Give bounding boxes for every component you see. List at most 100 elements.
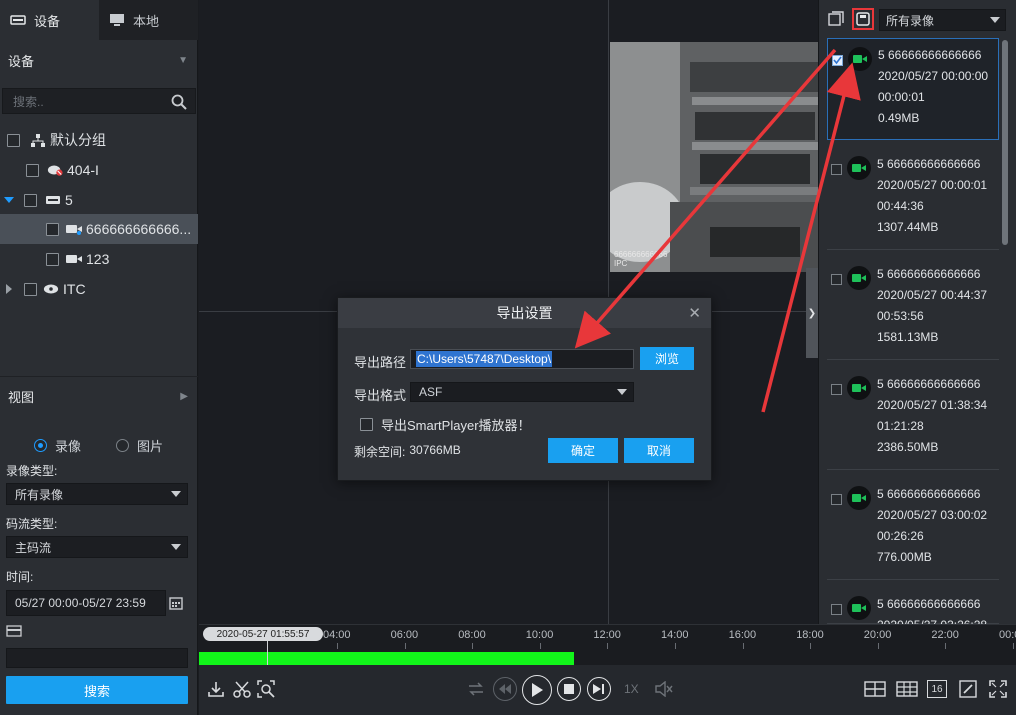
rewind-button[interactable] bbox=[493, 677, 517, 701]
playhead-line[interactable] bbox=[267, 639, 268, 666]
timeline[interactable]: 04:00 06:00 08:00 10:00 12:00 14:00 16:00 18:00… bbox=[199, 624, 1016, 666]
checkbox[interactable] bbox=[46, 252, 59, 266]
stream-type-select[interactable]: 主码流 bbox=[6, 536, 188, 558]
tree-item-5[interactable]: 5 bbox=[0, 185, 198, 215]
playhead-time[interactable]: 2020-05-27 01:55:57 bbox=[203, 627, 323, 641]
checkbox[interactable] bbox=[831, 384, 842, 395]
checkbox[interactable] bbox=[831, 604, 842, 615]
expand-arrow-icon[interactable] bbox=[6, 284, 12, 294]
tab-device-label: 设备 bbox=[34, 13, 61, 29]
cancel-button[interactable]: 取消 bbox=[624, 438, 694, 463]
record-type-label: 录像类型: bbox=[6, 464, 58, 478]
browse-button[interactable]: 浏览 bbox=[640, 347, 694, 370]
tab-device[interactable]: 设备 bbox=[0, 0, 99, 40]
record-item[interactable]: 5 666666666666662020/05/27 03:26:28 bbox=[827, 588, 999, 632]
smart-search-icon[interactable] bbox=[257, 680, 275, 698]
collapse-arrow-icon: ▼ bbox=[178, 54, 188, 66]
record-camera-icon bbox=[847, 486, 871, 510]
tree-item-camera-selected[interactable]: 666666666666... bbox=[0, 214, 198, 244]
record-camera-icon bbox=[847, 376, 871, 400]
tree-item-label: 666666666666... bbox=[86, 221, 192, 237]
side-panel-toggle[interactable]: ❯ bbox=[806, 268, 818, 358]
checkbox[interactable] bbox=[831, 494, 842, 505]
checkbox[interactable] bbox=[832, 55, 843, 66]
tab-local-label: 本地 bbox=[133, 13, 160, 29]
search-icon[interactable] bbox=[171, 94, 187, 110]
select-all-icon[interactable] bbox=[828, 11, 844, 27]
record-size: 1581.13MB bbox=[877, 330, 939, 344]
checkbox[interactable] bbox=[360, 418, 373, 431]
record-item[interactable]: 5 66666666666666 2020/05/27 01:38:34 01:21… bbox=[827, 368, 999, 470]
checkbox[interactable] bbox=[24, 282, 37, 296]
play-button[interactable] bbox=[522, 675, 552, 705]
checkbox[interactable] bbox=[46, 222, 59, 236]
next-frame-icon bbox=[593, 684, 604, 694]
stop-button[interactable] bbox=[557, 677, 581, 701]
layout-9-icon[interactable] bbox=[896, 681, 918, 697]
free-space-label: 剩余空间: bbox=[354, 445, 406, 459]
record-item[interactable]: 5 66666666666666 2020/05/27 03:00:02 00:26… bbox=[827, 478, 999, 580]
record-item[interactable]: 5 66666666666666 2020/05/27 00:00:00 00:00… bbox=[827, 38, 999, 140]
record-filter-value: 所有录像 bbox=[886, 13, 935, 28]
checkbox[interactable] bbox=[26, 163, 39, 177]
record-filter-select[interactable]: 所有录像 bbox=[879, 9, 1006, 31]
export-format-select[interactable]: ASF bbox=[410, 382, 634, 402]
play-icon bbox=[532, 683, 543, 697]
timeline-tick bbox=[607, 643, 609, 649]
dialog-title: 导出设置 ✕ bbox=[338, 298, 711, 328]
fullscreen-icon[interactable] bbox=[989, 680, 1007, 698]
timeline-tick-label: 18:00 bbox=[796, 629, 824, 641]
export-path-input[interactable]: C:\Users\57487\Desktop\ bbox=[410, 349, 634, 369]
next-frame-button[interactable] bbox=[587, 677, 611, 701]
layout-16-button[interactable]: 16 bbox=[927, 680, 947, 698]
ok-button[interactable]: 确定 bbox=[548, 438, 618, 463]
radio-button[interactable] bbox=[34, 439, 47, 452]
layout-16-label: 16 bbox=[931, 683, 943, 695]
tree-item-label: 123 bbox=[86, 251, 110, 267]
org-tree-icon bbox=[30, 133, 46, 147]
checkbox[interactable] bbox=[7, 133, 20, 147]
offline-device-icon bbox=[47, 163, 63, 177]
export-icon[interactable] bbox=[852, 8, 874, 30]
checkbox[interactable] bbox=[24, 193, 37, 207]
device-section-header[interactable]: 设备 ▼ bbox=[0, 40, 198, 80]
free-space: 剩余空间: 30766MB bbox=[354, 443, 461, 460]
sync-icon[interactable] bbox=[467, 681, 485, 697]
stop-icon bbox=[564, 684, 574, 694]
search-button[interactable]: 搜索 bbox=[6, 676, 188, 704]
camera-view[interactable]: 666666666666 IPC bbox=[610, 42, 818, 272]
radio-record[interactable]: 录像 bbox=[34, 436, 81, 455]
record-item[interactable]: 5 66666666666666 2020/05/27 00:00:01 00:44… bbox=[827, 148, 999, 250]
view-section-header[interactable]: 视图 ▶ bbox=[0, 376, 198, 416]
radio-record-label: 录像 bbox=[55, 439, 82, 454]
time-range-input[interactable]: 05/27 00:00-05/27 23:59 bbox=[6, 590, 166, 616]
smartplayer-option[interactable]: 导出SmartPlayer播放器！ bbox=[360, 415, 531, 434]
checkbox[interactable] bbox=[831, 274, 842, 285]
checkbox[interactable] bbox=[831, 164, 842, 175]
device-search-input[interactable]: 搜索.. bbox=[2, 88, 196, 114]
scrollbar[interactable] bbox=[1002, 40, 1008, 245]
record-type-select[interactable]: 所有录像 bbox=[6, 483, 188, 505]
speed-label[interactable]: 1X bbox=[624, 682, 639, 696]
close-icon[interactable]: ✕ bbox=[688, 304, 701, 322]
mute-icon[interactable] bbox=[655, 681, 673, 697]
edit-icon[interactable] bbox=[959, 680, 977, 698]
tree-item-itc[interactable]: ITC bbox=[0, 274, 198, 304]
record-size: 1307.44MB bbox=[877, 220, 939, 234]
calendar-icon[interactable] bbox=[166, 592, 186, 614]
expand-arrow-icon[interactable] bbox=[4, 197, 14, 203]
record-channel: 5 66666666666666 bbox=[877, 487, 981, 501]
layout-4-icon[interactable] bbox=[864, 681, 886, 697]
tree-item-default-group[interactable]: 默认分组 bbox=[0, 125, 198, 155]
radio-picture[interactable]: 图片 bbox=[116, 436, 163, 455]
radio-button[interactable] bbox=[116, 439, 129, 452]
clip-icon[interactable] bbox=[233, 680, 251, 698]
download-icon[interactable] bbox=[207, 680, 225, 698]
record-item[interactable]: 5 66666666666666 2020/05/27 00:44:37 00:53… bbox=[827, 258, 999, 360]
export-format-label: 导出格式 bbox=[354, 388, 407, 403]
tree-item-123[interactable]: 123 bbox=[0, 244, 198, 274]
tab-local[interactable]: 本地 bbox=[99, 0, 198, 40]
tree-item-404[interactable]: 404-I bbox=[0, 155, 198, 185]
card-number-input[interactable] bbox=[6, 648, 188, 668]
camera-image bbox=[610, 42, 818, 272]
